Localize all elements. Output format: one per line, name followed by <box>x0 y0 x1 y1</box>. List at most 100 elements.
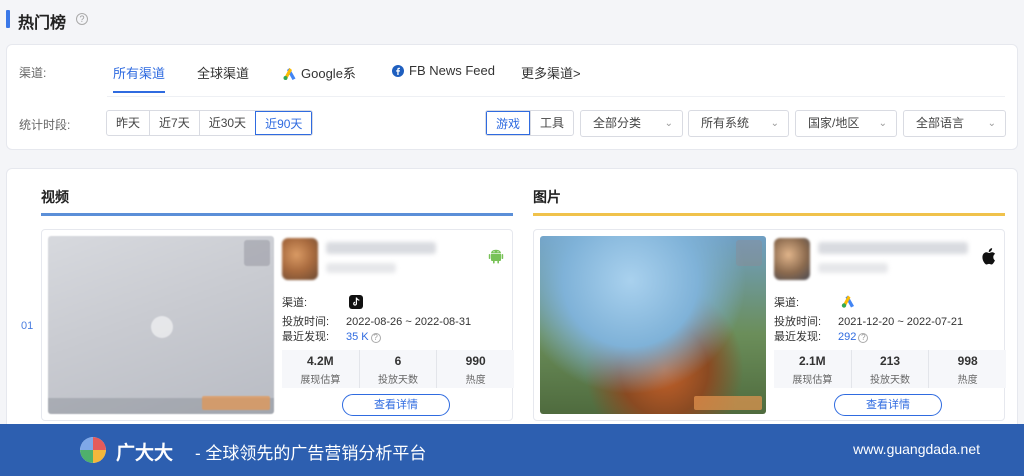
app-name-redacted <box>326 242 436 254</box>
question-icon[interactable]: ? <box>76 13 88 25</box>
channel-tab-more[interactable]: 更多渠道> <box>521 63 581 93</box>
time-value: 2021-12-20 ~ 2022-07-21 <box>838 316 964 328</box>
video-ad-card[interactable]: 渠道: 投放时间: 2022-08-26 ~ 2022-08-31 最近发现: 35… <box>41 229 514 421</box>
section-line-image <box>533 213 1005 216</box>
stats-bar: 4.2M 展现估算 6 投放天数 990 热度 <box>282 350 514 388</box>
question-icon[interactable]: ? <box>858 333 869 343</box>
channel-tab-fb-news-feed[interactable]: FB News Feed <box>392 63 495 93</box>
channel-key: 渠道: <box>774 297 800 309</box>
channel-tab-label: 所有渠道 <box>113 66 166 81</box>
page-title: 热门榜 <box>18 15 67 32</box>
stat-label: 热度 <box>957 375 978 386</box>
found-value[interactable]: 35 K <box>346 331 369 343</box>
stat-impressions: 2.1M 展现估算 <box>774 350 851 388</box>
chevron-down-icon: ⌄ <box>987 118 996 129</box>
found-key: 最近发现: <box>774 331 822 343</box>
stat-label: 投放天数 <box>870 375 910 386</box>
app-avatar[interactable] <box>774 238 810 280</box>
stat-value: 4.2M <box>306 354 334 368</box>
section-line-video <box>41 213 513 216</box>
channel-tab-google[interactable]: Google系 <box>283 63 356 93</box>
section-title-image: 图片 <box>533 189 561 205</box>
image-ad-card[interactable]: 渠道: 投放时间: 2021-12-20 ~ 2022-07-21 最近发现: 29… <box>533 229 1006 421</box>
channel-tab-label: 更多渠道> <box>521 66 581 81</box>
period-selector: 昨天 近7天 近30天 近90天 <box>106 110 314 136</box>
channel-row: 渠道: <box>774 294 855 310</box>
category-dropdown[interactable]: 全部分类 ⌄ <box>580 110 683 137</box>
dropdown-value: 全部语言 <box>916 116 965 130</box>
video-thumbnail[interactable] <box>48 236 274 414</box>
stat-impressions: 4.2M 展现估算 <box>282 350 359 388</box>
google-ads-icon <box>283 68 296 80</box>
thumbnail-corner-badge <box>736 240 762 266</box>
question-icon[interactable]: ? <box>370 333 381 343</box>
time-value: 2022-08-26 ~ 2022-08-31 <box>346 316 472 328</box>
section-title-video: 视频 <box>41 189 69 205</box>
title-accent-bar <box>6 10 10 28</box>
channel-tab-global[interactable]: 全球渠道 <box>197 63 249 93</box>
stat-label: 热度 <box>465 375 486 386</box>
app-subtitle-redacted <box>818 263 888 273</box>
stat-value: 990 <box>465 354 486 368</box>
time-row: 投放时间: 2021-12-20 ~ 2022-07-21 <box>774 313 963 329</box>
type-option[interactable]: 工具 <box>530 111 573 135</box>
dropdown-value: 国家/地区 <box>808 116 860 130</box>
filter-divider <box>107 96 1005 97</box>
view-details-button[interactable]: 查看详情 <box>834 394 942 416</box>
dropdown-value: 所有系统 <box>701 116 750 130</box>
apple-icon <box>982 248 996 265</box>
channel-tab-all[interactable]: 所有渠道 <box>113 63 166 93</box>
thumbnail-tag <box>694 396 762 410</box>
time-row: 投放时间: 2022-08-26 ~ 2022-08-31 <box>282 313 471 329</box>
channel-tab-label: FB News Feed <box>409 63 495 78</box>
period-option[interactable]: 近7天 <box>149 111 199 135</box>
found-value[interactable]: 292 <box>838 331 856 343</box>
found-row: 最近发现: 292? <box>774 328 869 344</box>
period-label: 统计时段: <box>19 118 71 132</box>
brand-slogan: - 全球领先的广告营销分析平台 <box>195 444 427 463</box>
page-header: 热门榜 ? <box>0 0 1024 38</box>
brand-footer: 广大大 - 全球领先的广告营销分析平台 www.guangdada.net <box>0 424 1024 476</box>
period-option[interactable]: 近30天 <box>198 111 255 135</box>
filter-panel: 渠道: 所有渠道 全球渠道 Google系 FB News Feed 更多渠道>… <box>6 44 1018 150</box>
stat-heat: 998 热度 <box>928 350 1006 388</box>
type-selector: 游戏 工具 <box>485 110 575 136</box>
view-details-button[interactable]: 查看详情 <box>342 394 450 416</box>
period-option[interactable]: 昨天 <box>107 111 149 135</box>
android-icon <box>488 249 504 264</box>
brand-name: 广大大 <box>116 443 174 464</box>
app-avatar[interactable] <box>282 238 318 280</box>
stats-bar: 2.1M 展现估算 213 投放天数 998 热度 <box>774 350 1006 388</box>
stat-label: 投放天数 <box>378 375 418 386</box>
channel-tab-label: Google系 <box>301 66 356 81</box>
language-dropdown[interactable]: 全部语言 ⌄ <box>903 110 1006 137</box>
found-row: 最近发现: 35 K? <box>282 328 381 344</box>
stat-value: 2.1M <box>798 354 826 368</box>
stat-heat: 990 热度 <box>436 350 514 388</box>
brand-logo-icon <box>80 437 106 463</box>
image-thumbnail[interactable] <box>540 236 766 414</box>
chevron-down-icon: ⌄ <box>770 118 779 129</box>
google-ads-icon <box>841 295 855 308</box>
play-icon[interactable] <box>151 316 173 338</box>
tiktok-icon <box>349 295 364 309</box>
found-key: 最近发现: <box>282 331 330 343</box>
facebook-icon <box>392 65 404 77</box>
ranking-panel: 视频 图片 01 渠道: 投放时间: 2022-08-26 ~ 2022-08-… <box>6 168 1018 438</box>
stat-days: 213 投放天数 <box>850 350 929 388</box>
app-subtitle-redacted <box>326 263 396 273</box>
channel-label: 渠道: <box>19 66 47 80</box>
thumbnail-tag <box>202 396 270 410</box>
channel-row: 渠道: <box>282 294 364 310</box>
stat-value: 213 <box>879 354 901 368</box>
channel-key: 渠道: <box>282 297 308 309</box>
system-dropdown[interactable]: 所有系统 ⌄ <box>688 110 789 137</box>
period-option-selected[interactable]: 近90天 <box>255 111 313 135</box>
region-dropdown[interactable]: 国家/地区 ⌄ <box>795 110 897 137</box>
brand-url[interactable]: www.guangdada.net <box>853 441 980 457</box>
chevron-down-icon: ⌄ <box>664 118 673 129</box>
type-option-selected[interactable]: 游戏 <box>486 111 531 135</box>
time-key: 投放时间: <box>774 316 822 328</box>
chevron-down-icon: ⌄ <box>878 118 887 129</box>
rank-number: 01 <box>21 320 34 332</box>
